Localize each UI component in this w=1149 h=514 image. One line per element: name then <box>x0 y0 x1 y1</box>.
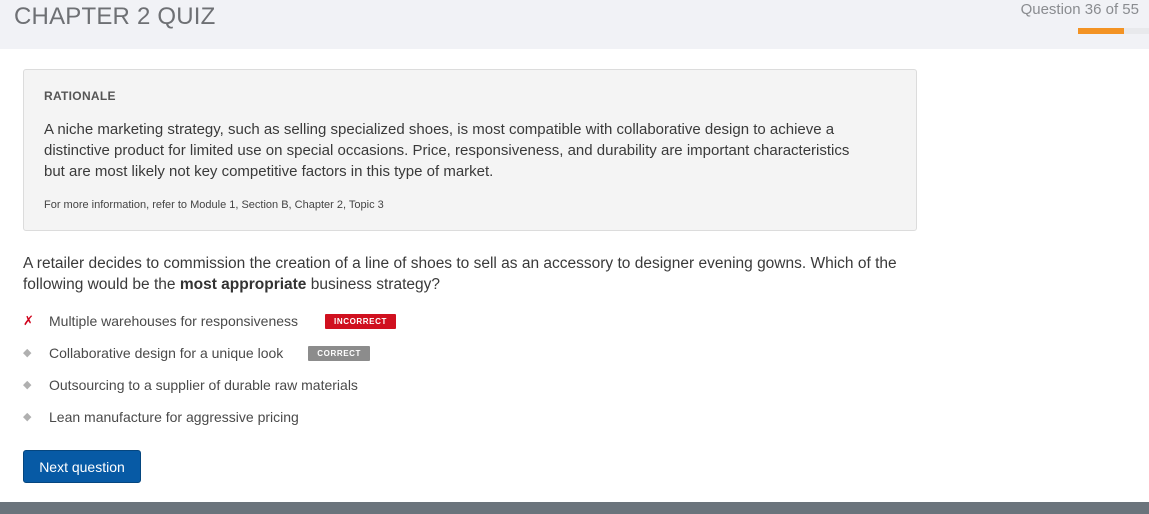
answer-option-1[interactable]: ✗ Multiple warehouses for responsiveness… <box>23 311 396 331</box>
progress-bar-fill <box>1078 28 1125 34</box>
rationale-text: A niche marketing strategy, such as sell… <box>44 121 850 180</box>
cross-icon: ✗ <box>23 313 34 328</box>
question-emphasis: most appropriate <box>179 276 307 293</box>
question-text-end: business strategy? <box>306 276 440 293</box>
diamond-bullet-icon: ◆ <box>23 347 32 359</box>
answer-label: Collaborative design for a unique look <box>49 345 284 361</box>
answer-option-4[interactable]: ◆ Lean manufacture for aggressive pricin… <box>23 407 299 427</box>
progress-bar <box>1078 28 1149 34</box>
question-counter: Question 36 of 55 <box>1020 1 1139 18</box>
question-text: A retailer decides to commission the cre… <box>23 253 928 295</box>
quiz-header: CHAPTER 2 QUIZ Question 36 of 55 <box>0 0 1149 49</box>
diamond-bullet-icon: ◆ <box>23 379 32 391</box>
next-question-button[interactable]: Next question <box>23 450 141 483</box>
answer-option-3[interactable]: ◆ Outsourcing to a supplier of durable r… <box>23 375 358 395</box>
page-title: CHAPTER 2 QUIZ <box>14 3 216 30</box>
answer-option-2[interactable]: ◆ Collaborative design for a unique look… <box>23 343 371 363</box>
diamond-bullet-icon: ◆ <box>23 411 32 423</box>
correct-badge: CORRECT <box>308 345 371 361</box>
incorrect-badge: INCORRECT <box>325 313 396 329</box>
answer-label: Outsourcing to a supplier of durable raw… <box>49 377 358 393</box>
rationale-heading: RATIONALE <box>44 89 116 103</box>
question-text-start: A retailer decides to commission the cre… <box>23 255 897 293</box>
answer-label: Multiple warehouses for responsiveness <box>49 313 299 329</box>
rationale-panel: RATIONALE A niche marketing strategy, su… <box>23 69 917 231</box>
rationale-reference: For more information, refer to Module 1,… <box>44 199 384 211</box>
footer-bar <box>0 502 1149 514</box>
answer-label: Lean manufacture for aggressive pricing <box>49 409 299 425</box>
